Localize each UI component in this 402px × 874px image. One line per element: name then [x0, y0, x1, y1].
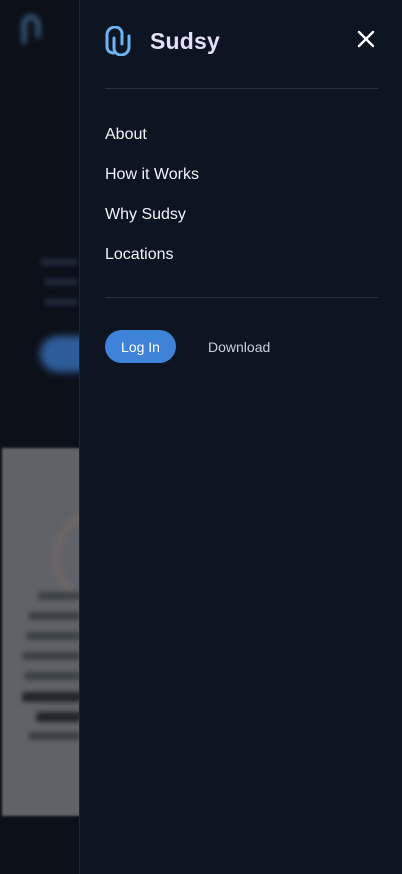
sudsy-logo-icon	[105, 26, 131, 56]
brand[interactable]: Sudsy	[105, 26, 220, 56]
login-button[interactable]: Log In	[105, 330, 176, 363]
menu-nav: About How it Works Why Sudsy Locations	[105, 123, 199, 283]
mobile-menu-panel: Sudsy About How it Works Why Sudsy Locat…	[79, 0, 402, 874]
nav-item-about[interactable]: About	[105, 123, 199, 163]
download-link[interactable]: Download	[208, 339, 270, 355]
nav-item-how-it-works[interactable]: How it Works	[105, 163, 199, 203]
nav-item-locations[interactable]: Locations	[105, 243, 199, 283]
background-logo-icon	[22, 15, 40, 44]
menu-actions: Log In Download	[105, 330, 270, 363]
close-menu-button[interactable]	[354, 27, 378, 51]
close-icon	[357, 30, 375, 48]
menu-divider-top	[105, 88, 378, 89]
nav-item-why-sudsy[interactable]: Why Sudsy	[105, 203, 199, 243]
menu-divider-bottom	[105, 297, 378, 298]
brand-name: Sudsy	[150, 27, 221, 54]
